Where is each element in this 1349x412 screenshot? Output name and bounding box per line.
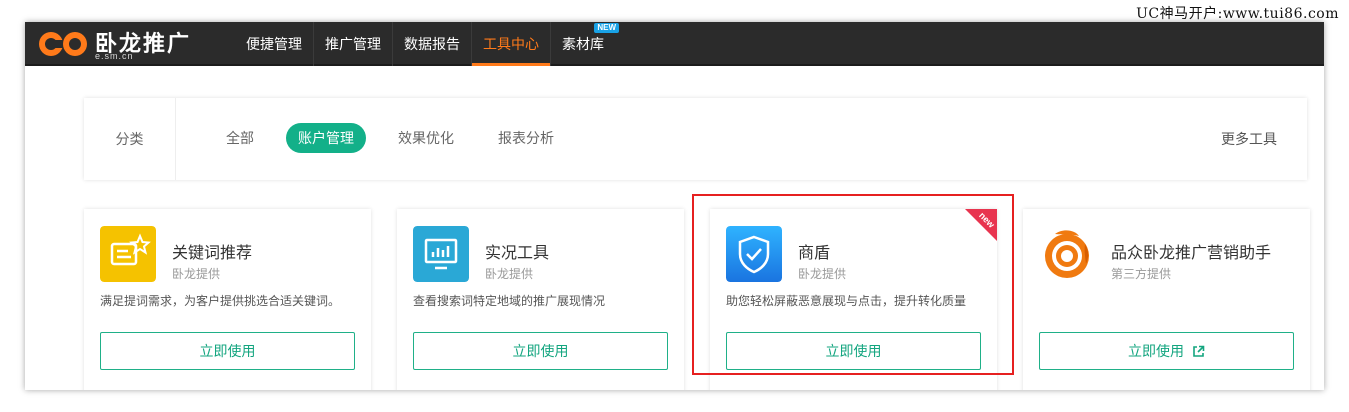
card-title: 商盾 bbox=[798, 245, 831, 262]
category-filter-bar: 分类 全部 账户管理 效果优化 报表分析 更多工具 bbox=[84, 98, 1307, 180]
filter-tabs: 全部 账户管理 效果优化 报表分析 bbox=[214, 123, 566, 153]
filter-label: 分类 bbox=[84, 98, 176, 180]
dragon-logo-icon bbox=[1045, 230, 1089, 278]
keyword-star-icon bbox=[100, 226, 156, 282]
nav-item-label: 数据报告 bbox=[404, 36, 460, 52]
nav-item-material-library[interactable]: 素材库 NEW bbox=[550, 22, 619, 66]
new-badge: NEW bbox=[594, 23, 619, 33]
more-tools-link[interactable]: 更多工具 bbox=[1221, 98, 1277, 180]
card-provider: 第三方提供 bbox=[1111, 267, 1172, 281]
main-nav: 便捷管理 推广管理 数据报告 工具中心 素材库 NEW bbox=[235, 22, 619, 66]
tool-card-keyword-recommend: 关键词推荐 卧龙提供 满足提词需求，为客户提供挑选合适关键词。 立即使用 bbox=[84, 209, 371, 390]
use-now-button[interactable]: 立即使用 bbox=[726, 332, 981, 370]
shield-check-icon bbox=[726, 226, 782, 282]
card-title: 实况工具 bbox=[485, 245, 550, 262]
nav-item-label: 素材库 bbox=[562, 36, 604, 52]
watermark-text: UC神马开户:www.tui86.com bbox=[1136, 6, 1339, 22]
external-link-icon bbox=[1193, 345, 1205, 357]
filter-tab-account-manage[interactable]: 账户管理 bbox=[286, 123, 366, 153]
card-title: 品众卧龙推广营销助手 bbox=[1111, 245, 1272, 262]
use-now-button[interactable]: 立即使用 bbox=[413, 332, 668, 370]
nav-item-quick-manage[interactable]: 便捷管理 bbox=[235, 22, 313, 66]
brand-logo[interactable]: 卧龙推广 e.sm.cn bbox=[37, 25, 227, 63]
tool-card-shang-dun: 商盾 卧龙提供 助您轻松屏蔽恶意展现与点击，提升转化质量 立即使用 new bbox=[710, 209, 997, 390]
nav-item-tool-center[interactable]: 工具中心 bbox=[471, 22, 550, 66]
card-title: 关键词推荐 bbox=[172, 245, 253, 262]
top-navigation-bar: 卧龙推广 e.sm.cn 便捷管理 推广管理 数据报告 工具中心 素材库 NEW bbox=[25, 22, 1324, 66]
card-description: 助您轻松屏蔽恶意展现与点击，提升转化质量 bbox=[726, 294, 967, 308]
nav-item-label: 工具中心 bbox=[483, 36, 539, 52]
card-provider: 卧龙提供 bbox=[798, 267, 847, 281]
nav-item-label: 便捷管理 bbox=[246, 36, 302, 52]
filter-tab-report-analysis[interactable]: 报表分析 bbox=[486, 123, 566, 153]
card-provider: 卧龙提供 bbox=[172, 267, 221, 281]
filter-tab-effect-optimize[interactable]: 效果优化 bbox=[386, 123, 466, 153]
use-now-label: 立即使用 bbox=[512, 343, 569, 359]
use-now-label: 立即使用 bbox=[1128, 343, 1185, 359]
tool-card-marketing-assistant: 品众卧龙推广营销助手 第三方提供 立即使用 bbox=[1023, 209, 1310, 390]
app-window: 卧龙推广 e.sm.cn 便捷管理 推广管理 数据报告 工具中心 素材库 NEW… bbox=[25, 22, 1324, 390]
tool-card-live-tool: 实况工具 卧龙提供 查看搜索词特定地域的推广展现情况 立即使用 bbox=[397, 209, 684, 390]
use-now-button[interactable]: 立即使用 bbox=[100, 332, 355, 370]
use-now-label: 立即使用 bbox=[825, 343, 882, 359]
use-now-label: 立即使用 bbox=[199, 343, 256, 359]
nav-item-data-report[interactable]: 数据报告 bbox=[392, 22, 471, 66]
logo-subtitle: e.sm.cn bbox=[95, 51, 134, 61]
card-description: 满足提词需求，为客户提供挑选合适关键词。 bbox=[100, 294, 341, 308]
nav-item-label: 推广管理 bbox=[325, 36, 381, 52]
live-monitor-icon bbox=[413, 226, 469, 282]
filter-tab-all[interactable]: 全部 bbox=[214, 123, 266, 153]
card-provider: 卧龙提供 bbox=[485, 267, 534, 281]
use-now-external-button[interactable]: 立即使用 bbox=[1039, 332, 1294, 370]
nav-item-promotion-manage[interactable]: 推广管理 bbox=[313, 22, 392, 66]
card-description: 查看搜索词特定地域的推广展现情况 bbox=[413, 294, 606, 308]
logo-mark-icon bbox=[39, 32, 87, 56]
